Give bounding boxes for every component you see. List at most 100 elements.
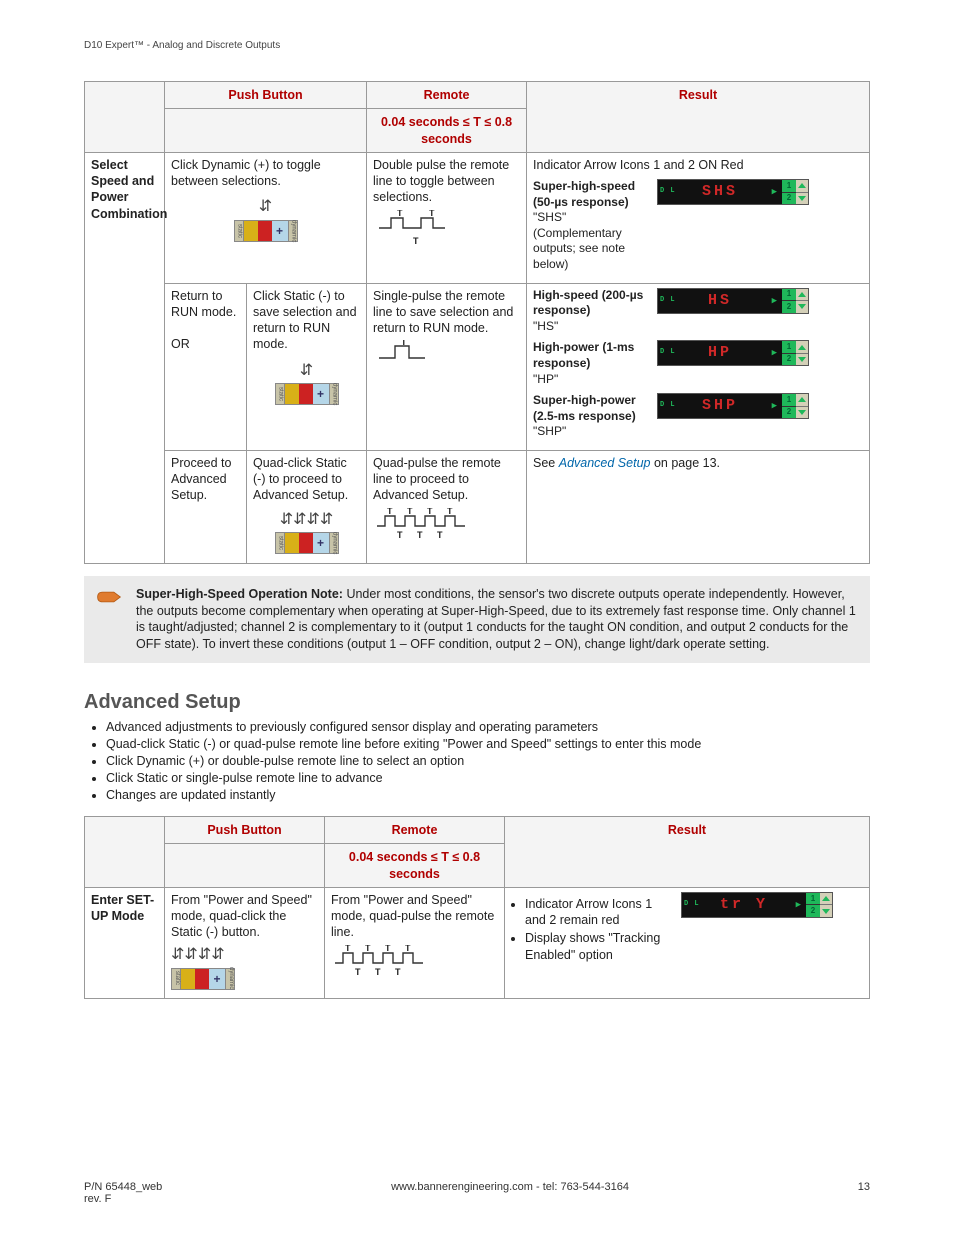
bullet-2: Click Dynamic (+) or double-pulse remote… — [106, 754, 870, 768]
t2-res-b2: Display shows "Tracking Enabled" option — [525, 930, 671, 963]
r3-pre: See — [533, 456, 559, 470]
r3-remote: Quad-pulse the remote line to proceed to… — [367, 450, 527, 563]
svg-text:T: T — [345, 945, 351, 953]
shp-quote: "SHP" — [533, 424, 566, 438]
sensor-button-device: static + dynamic — [171, 968, 235, 990]
svg-text:T: T — [417, 530, 423, 540]
r1-result-top: Indicator Arrow Icons 1 and 2 ON Red — [533, 158, 744, 172]
svg-text:T: T — [397, 530, 403, 540]
display-hp: D LHP▶ 12 — [657, 340, 809, 366]
svg-text:T: T — [385, 945, 391, 953]
footer-pn: P/N 65448_web — [84, 1181, 162, 1193]
r3-result: See Advanced Setup on page 13. — [527, 450, 870, 563]
remote-timing: 0.04 seconds ≤ T ≤ 0.8 seconds — [367, 109, 527, 153]
r1-remote-text: Double pulse the remote line to toggle b… — [373, 158, 509, 205]
col-result: Result — [527, 82, 870, 153]
speed-power-table: Push Button Remote Result 0.04 seconds ≤… — [84, 81, 870, 564]
svg-text:T: T — [401, 340, 407, 347]
sensor-button-device: static + dynamic — [275, 532, 339, 554]
shp-label: Super-high-power (2.5-ms response) — [533, 393, 636, 423]
r3-post: on page 13. — [650, 456, 720, 470]
t2-push: From "Power and Speed" mode, quad-click … — [165, 887, 325, 998]
updown-arrow-icon: ⇵ — [300, 361, 313, 382]
sensor-button-device: static + dynamic — [234, 220, 298, 242]
r2-push-a-text: Return to RUN mode. — [171, 289, 236, 319]
pointing-hand-icon — [96, 586, 136, 611]
bullet-3: Click Static or single-pulse remote line… — [106, 771, 870, 785]
svg-text:T: T — [397, 210, 403, 218]
r2-remote-text: Single-pulse the remote line to save sel… — [373, 289, 513, 336]
note-title: Super-High-Speed Operation Note: — [136, 587, 346, 601]
updown-arrow-icon: ⇵ — [259, 197, 272, 218]
page-number: 13 — [858, 1181, 870, 1205]
t2-res-b1: Indicator Arrow Icons 1 and 2 remain red — [525, 896, 671, 929]
t2-col-push: Push Button — [165, 817, 325, 844]
bullet-0: Advanced adjustments to previously confi… — [106, 720, 870, 734]
shs-quote: "SHS" (Complementary outputs; see note b… — [533, 210, 625, 271]
display-shp: D LSHP▶ 12 — [657, 393, 809, 419]
display-tracking: D Ltr Y▶ 12 — [681, 892, 833, 918]
hp-label: High-power (1-ms response) — [533, 340, 634, 370]
quad-pulse-icon: T T T T T T T — [373, 508, 520, 540]
svg-text:T: T — [429, 210, 435, 218]
display-hs: D LHS▶ 12 — [657, 288, 809, 314]
r2-result: High-speed (200-µs response)"HS" D LHS▶ … — [527, 283, 870, 450]
row-label-speed-power: Select Speed and Power Combination — [85, 152, 165, 563]
bullet-1: Quad-click Static (-) or quad-pulse remo… — [106, 737, 870, 751]
operation-note: Super-High-Speed Operation Note: Under m… — [84, 576, 870, 664]
quad-arrow-icon: ⇵⇵⇵⇵ — [171, 945, 225, 966]
svg-text:T: T — [413, 236, 419, 246]
svg-text:T: T — [355, 967, 361, 977]
t2-row-label: Enter SET-UP Mode — [85, 887, 165, 998]
svg-text:T: T — [405, 945, 411, 953]
col-push-button: Push Button — [165, 82, 367, 109]
t2-result: Indicator Arrow Icons 1 and 2 remain red… — [505, 887, 870, 998]
hs-quote: "HS" — [533, 319, 558, 333]
r3-remote-text: Quad-pulse the remote line to proceed to… — [373, 456, 501, 503]
page-footer: P/N 65448_web rev. F www.bannerengineeri… — [84, 1181, 870, 1205]
r1-push-text: Click Dynamic (+) to toggle between sele… — [171, 158, 321, 188]
r1-remote: Double pulse the remote line to toggle b… — [367, 152, 527, 283]
svg-text:T: T — [407, 508, 413, 516]
double-pulse-icon: TT T — [373, 210, 520, 242]
r2-push-a: Return to RUN mode. OR — [165, 283, 247, 450]
col-remote: Remote — [367, 82, 527, 109]
r2-push-b: Click Static (-) to save selection and r… — [247, 283, 367, 450]
hs-label: High-speed (200-µs response) — [533, 288, 643, 318]
t2-remote: From "Power and Speed" mode, quad-pulse … — [325, 887, 505, 998]
r2-or: OR — [171, 337, 190, 351]
svg-text:T: T — [395, 967, 401, 977]
plus-button-icon: + — [272, 220, 288, 242]
svg-text:T: T — [365, 945, 371, 953]
svg-text:T: T — [427, 508, 433, 516]
r1-result: Indicator Arrow Icons 1 and 2 ON Red Sup… — [527, 152, 870, 283]
footer-url: www.bannerengineering.com - tel: 763-544… — [391, 1181, 629, 1205]
setup-mode-table: Push Button Remote Result 0.04 seconds ≤… — [84, 816, 870, 999]
static-label: static — [234, 220, 244, 242]
svg-text:T: T — [447, 508, 453, 516]
display-shs: D LSHS▶ 12 — [657, 179, 809, 205]
dynamic-label: dynamic — [288, 220, 298, 242]
r2-push-b-text: Click Static (-) to save selection and r… — [253, 289, 357, 352]
svg-text:T: T — [387, 508, 393, 516]
svg-text:T: T — [437, 530, 443, 540]
r3-push-b: Quad-click Static (-) to proceed to Adva… — [247, 450, 367, 563]
bullet-4: Changes are updated instantly — [106, 788, 870, 802]
shs-label: Super-high-speed (50-µs response) — [533, 179, 635, 209]
quad-arrow-icon: ⇵⇵⇵⇵ — [280, 510, 334, 531]
advanced-setup-link[interactable]: Advanced Setup — [559, 456, 651, 470]
t2-col-remote: Remote — [325, 817, 505, 844]
quad-pulse-icon: T T T T T T T — [331, 945, 498, 977]
t2-remote-text: From "Power and Speed" mode, quad-pulse … — [331, 893, 494, 940]
hp-quote: "HP" — [533, 372, 558, 386]
advanced-setup-heading: Advanced Setup — [84, 691, 870, 714]
t2-push-text: From "Power and Speed" mode, quad-click … — [171, 893, 312, 940]
advanced-setup-bullets: Advanced adjustments to previously confi… — [106, 720, 870, 802]
document-header: D10 Expert™ - Analog and Discrete Output… — [12, 40, 942, 51]
single-pulse-icon: T — [373, 340, 520, 372]
r1-push: Click Dynamic (+) to toggle between sele… — [165, 152, 367, 283]
r2-remote: Single-pulse the remote line to save sel… — [367, 283, 527, 450]
svg-text:T: T — [375, 967, 381, 977]
r3-push-b-text: Quad-click Static (-) to proceed to Adva… — [253, 456, 348, 503]
footer-rev: rev. F — [84, 1193, 111, 1205]
